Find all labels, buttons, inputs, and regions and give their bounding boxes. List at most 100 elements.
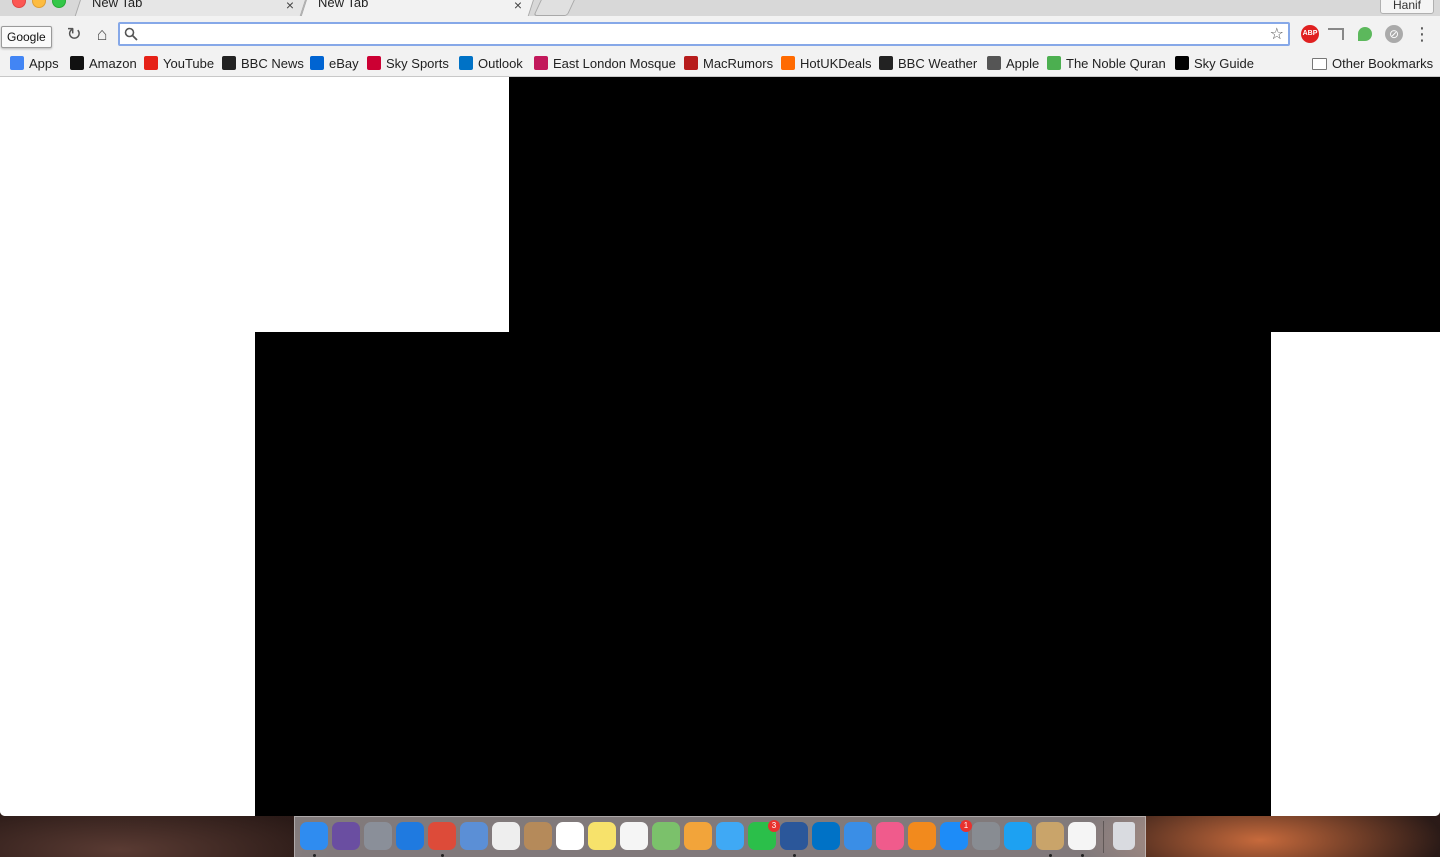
bookmark-hotukdeals[interactable]: HotUKDeals (781, 54, 872, 74)
tab-title: New Tab (92, 0, 143, 10)
close-tab-icon[interactable]: × (514, 0, 522, 12)
itunes-icon[interactable] (876, 822, 904, 850)
close-window-button[interactable] (12, 0, 26, 8)
system-preferences-icon[interactable] (972, 822, 1000, 850)
photos-icon[interactable] (684, 822, 712, 850)
bookmark-outlook[interactable]: Outlook (459, 54, 523, 74)
mosque-icon (534, 56, 548, 70)
bookmark-label: eBay (329, 56, 359, 71)
twitter-icon[interactable] (1004, 822, 1032, 850)
sky-sports-icon (367, 56, 381, 70)
close-tab-icon[interactable]: × (286, 0, 294, 12)
archive-utility-icon[interactable] (1036, 822, 1064, 850)
zoom-window-button[interactable] (52, 0, 66, 8)
launchpad-icon[interactable] (364, 822, 392, 850)
siri-icon[interactable] (332, 822, 360, 850)
ibooks-icon[interactable] (908, 822, 936, 850)
notification-badge: 3 (768, 820, 780, 832)
tooltip: Google (1, 26, 52, 48)
safari-icon[interactable] (396, 822, 424, 850)
black-region-top (509, 77, 1440, 332)
xcode-icon[interactable] (844, 822, 872, 850)
bookmark-youtube[interactable]: YouTube (144, 54, 214, 74)
bookmark-label: Sky Sports (386, 56, 449, 71)
sky-icon (1175, 56, 1189, 70)
bookmark-label: Outlook (478, 56, 523, 71)
bookmark-amazon[interactable]: Amazon (70, 54, 137, 74)
bookmark-east-london-mosque[interactable]: East London Mosque (534, 54, 676, 74)
new-tab-button[interactable] (533, 0, 577, 16)
calendar-icon[interactable] (556, 822, 584, 850)
adblock-icon[interactable]: ABP (1301, 25, 1319, 43)
minimize-window-button[interactable] (32, 0, 46, 8)
bookmark-the-noble-quran[interactable]: The Noble Quran (1047, 54, 1166, 74)
dock: 31 (294, 816, 1146, 857)
dock-separator (1103, 821, 1104, 853)
ebay-icon (310, 56, 324, 70)
reminders-icon[interactable] (620, 822, 648, 850)
bookmark-label: Apple (1006, 56, 1040, 71)
omnibox[interactable]: ☆ (118, 22, 1290, 46)
bookmark-label: MacRumors (703, 56, 774, 71)
bookmark-ebay[interactable]: eBay (310, 54, 359, 74)
reload-icon[interactable]: ↻ (64, 24, 84, 44)
bookmark-star-icon[interactable]: ☆ (1270, 24, 1284, 44)
bookmark-apple[interactable]: Apple (987, 54, 1039, 74)
bookmarks-bar: Apps Amazon YouTube BBC News eBay Sky Sports O… (0, 52, 1440, 77)
outlook-icon (459, 56, 473, 70)
black-region-bottom (255, 332, 1271, 816)
cast-icon[interactable] (1328, 25, 1346, 43)
outlook-icon[interactable] (812, 822, 840, 850)
tab-new-tab-1[interactable]: New Tab × (74, 0, 308, 16)
word-icon[interactable] (780, 822, 808, 850)
profile-button[interactable]: Hanif (1379, 0, 1434, 14)
bookmark-macrumors[interactable]: MacRumors (684, 54, 773, 74)
menu-icon[interactable]: ⋮ (1412, 24, 1432, 44)
bbc-icon (222, 56, 236, 70)
bookmark-label: BBC News (241, 56, 304, 71)
macrumors-icon (684, 56, 698, 70)
other-bookmarks-label: Other Bookmarks (1332, 56, 1434, 71)
bookmark-label: Apps (29, 56, 59, 71)
bookmark-sky-guide[interactable]: Sky Guide (1175, 54, 1254, 74)
chrome-icon[interactable] (428, 822, 456, 850)
bookmark-sky-sports[interactable]: Sky Sports (367, 54, 449, 74)
bookmark-bbc-weather[interactable]: BBC Weather (879, 54, 977, 74)
trash-icon[interactable] (1113, 822, 1135, 850)
amazon-icon (70, 56, 84, 70)
home-icon[interactable]: ⌂ (92, 24, 112, 44)
launcher-grid-icon[interactable] (492, 822, 520, 850)
preview-icon[interactable] (460, 822, 488, 850)
apps-grid-icon (10, 56, 24, 70)
hotukdeals-icon (781, 56, 795, 70)
bbc-icon (879, 56, 893, 70)
tab-strip: New Tab × New Tab × Hanif (0, 0, 1440, 16)
browser-window: New Tab × New Tab × Hanif Google ↻ ⌂ ☆ A… (0, 0, 1440, 816)
finder-icon[interactable] (300, 822, 328, 850)
bookmark-bbc-news[interactable]: BBC News (222, 54, 304, 74)
tab-new-tab-2[interactable]: New Tab × (300, 0, 536, 16)
green-extension-icon[interactable] (1358, 27, 1372, 41)
search-icon (124, 27, 138, 41)
page-content (0, 77, 1440, 816)
bookmark-apps[interactable]: Apps (10, 54, 59, 74)
bookmark-label: The Noble Quran (1066, 56, 1166, 71)
textedit-icon[interactable] (1068, 822, 1096, 850)
bookmark-label: YouTube (163, 56, 215, 71)
bookmark-label: Sky Guide (1194, 56, 1254, 71)
maps-icon[interactable] (652, 822, 680, 850)
address-input[interactable] (146, 25, 1260, 45)
bookmark-label: HotUKDeals (800, 56, 872, 71)
other-bookmarks-folder[interactable]: Other Bookmarks (1312, 54, 1433, 74)
bookmark-label: Amazon (89, 56, 137, 71)
contacts-icon[interactable] (524, 822, 552, 850)
notes-icon[interactable] (588, 822, 616, 850)
quran-icon (1047, 56, 1061, 70)
toolbar: Google ↻ ⌂ ☆ ABP ⊘ ⋮ (0, 16, 1440, 52)
notification-badge: 1 (960, 820, 972, 832)
folder-icon (1312, 58, 1327, 70)
grey-extension-icon[interactable]: ⊘ (1385, 25, 1403, 43)
youtube-icon (144, 56, 158, 70)
messages-icon[interactable] (716, 822, 744, 850)
tab-title: New Tab (318, 0, 369, 10)
